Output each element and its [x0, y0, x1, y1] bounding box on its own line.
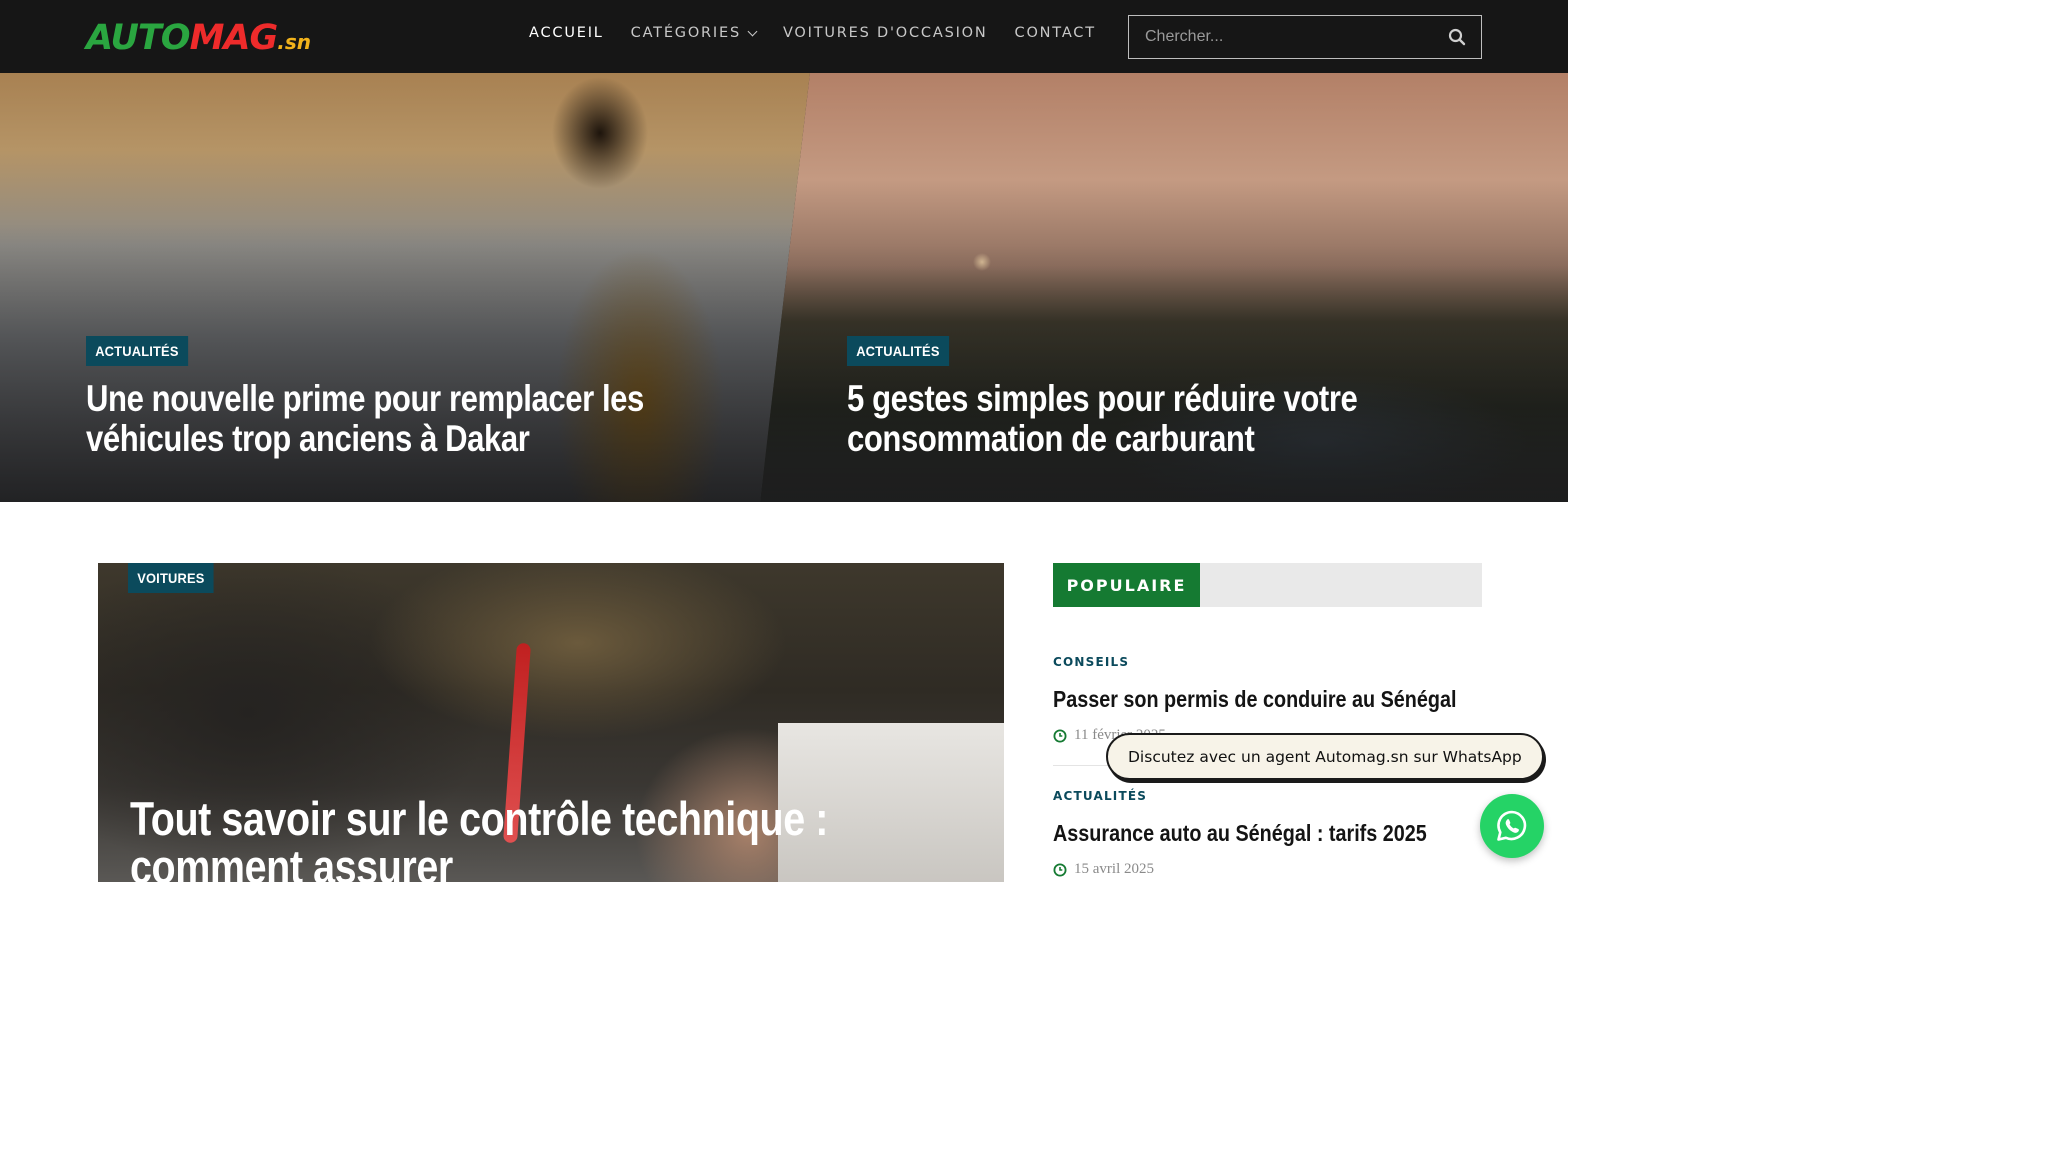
popular-item-1-title[interactable]: Passer son permis de conduire au Sénégal	[1053, 686, 1456, 713]
nav-categories[interactable]: CATÉGORIES	[630, 25, 758, 41]
site-header: AUTOMAG.sn ACCUEIL CATÉGORIES VOITURES D…	[0, 0, 1568, 73]
nav-voitures-occasion[interactable]: VOITURES D'OCCASION	[783, 25, 988, 41]
popular-item-2-category[interactable]: ACTUALITÉS	[1053, 789, 1147, 803]
clock-icon	[1053, 863, 1067, 876]
feature-article[interactable]: VOITURES Tout savoir sur le contrôle tec…	[98, 563, 1004, 882]
popular-heading: POPULAIRE	[1053, 563, 1200, 607]
whatsapp-icon	[1497, 810, 1527, 841]
feature-title[interactable]: Tout savoir sur le contrôle technique : …	[130, 795, 886, 883]
popular-item-2-title[interactable]: Assurance auto au Sénégal : tarifs 2025	[1053, 820, 1427, 847]
main-nav: ACCUEIL CATÉGORIES VOITURES D'OCCASION C…	[529, 25, 1123, 41]
whatsapp-button[interactable]	[1480, 794, 1544, 858]
hero-1-category-badge[interactable]: ACTUALITÉS	[86, 336, 188, 366]
site-logo[interactable]: AUTOMAG.sn	[86, 18, 311, 58]
search-icon[interactable]	[1447, 27, 1467, 47]
popular-item-2-date-text: 15 avril 2025	[1074, 861, 1154, 877]
popular-item-2-date: 15 avril 2025	[1053, 861, 1154, 878]
hero-section: ACTUALITÉS Une nouvelle prime pour rempl…	[0, 73, 1568, 502]
nav-accueil[interactable]: ACCUEIL	[529, 25, 604, 41]
logo-auto: AUTO	[86, 18, 191, 58]
feature-category-badge[interactable]: VOITURES	[128, 563, 214, 593]
logo-sn: .sn	[277, 30, 311, 54]
hero-2-category-badge[interactable]: ACTUALITÉS	[847, 336, 949, 366]
popular-heading-bar: POPULAIRE	[1053, 563, 1482, 607]
nav-contact[interactable]: CONTACT	[1015, 25, 1096, 41]
hero-1-title[interactable]: Une nouvelle prime pour remplacer les vé…	[86, 379, 657, 459]
popular-item-1-category[interactable]: CONSEILS	[1053, 655, 1129, 669]
search-input[interactable]	[1145, 16, 1435, 57]
hero-2-title[interactable]: 5 gestes simples pour réduire votre cons…	[847, 379, 1418, 459]
clock-icon	[1053, 729, 1067, 742]
logo-mag: MAG	[189, 18, 279, 58]
whatsapp-chat-bubble[interactable]: Discutez avec un agent Automag.sn sur Wh…	[1106, 733, 1544, 780]
search-box	[1128, 15, 1482, 59]
chevron-down-icon	[747, 26, 758, 36]
nav-categories-label: CATÉGORIES	[630, 25, 741, 41]
